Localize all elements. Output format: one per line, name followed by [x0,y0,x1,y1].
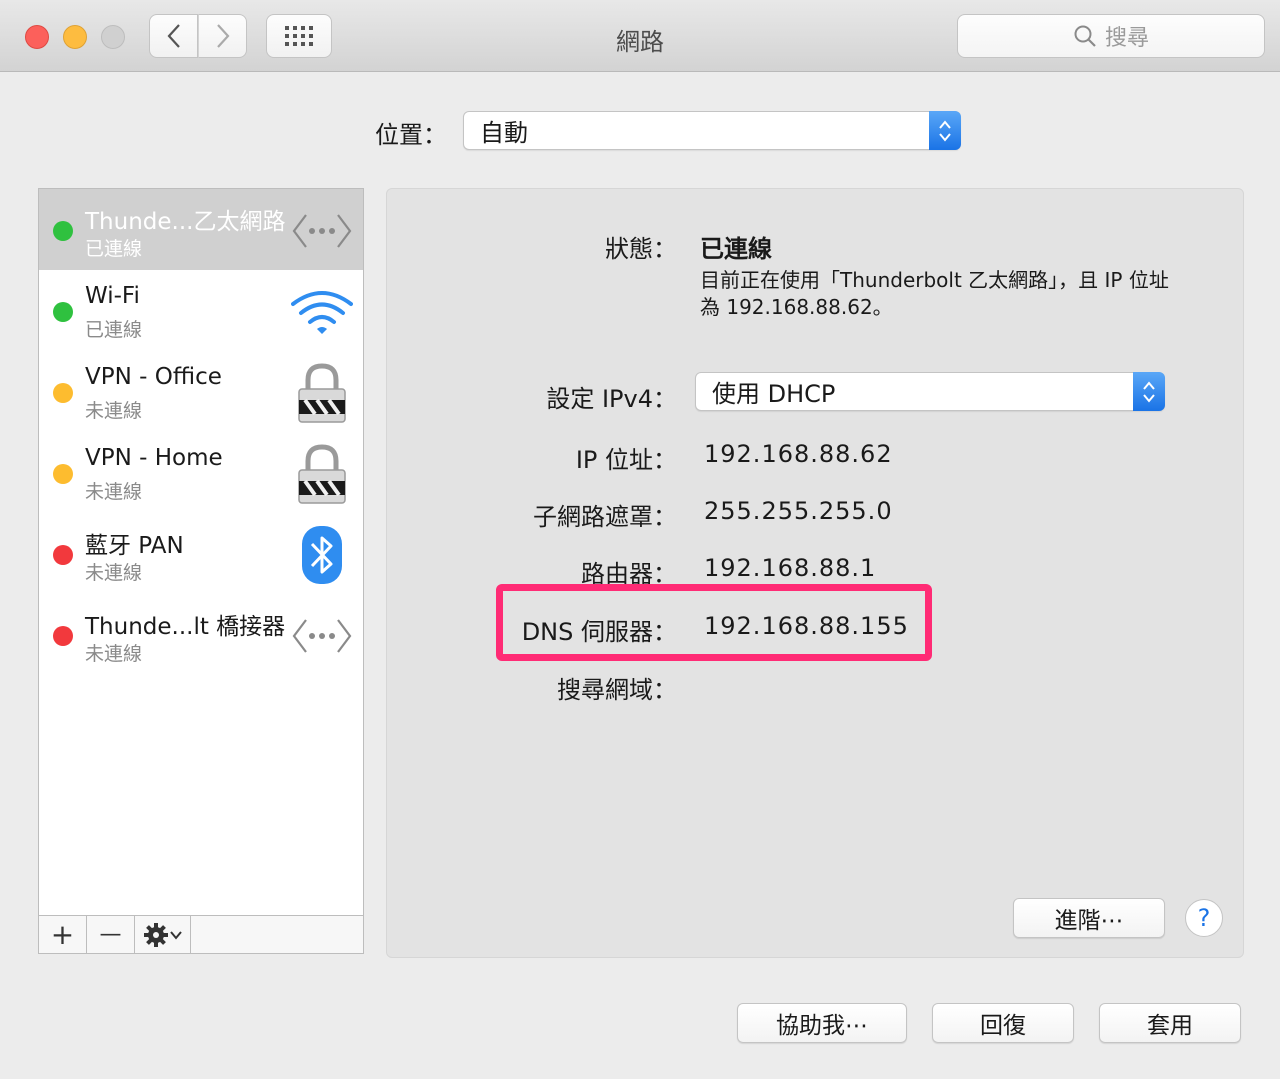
router-value: 192.168.88.1 [704,554,877,582]
vpn-lock-icon [291,363,353,423]
ipv4-config-value: 使用 DHCP [712,380,836,408]
service-item-bluetooth-pan[interactable]: 藍牙 PAN 未連線 [39,513,363,594]
status-description: 目前正在使用「Thunderbolt 乙太網路」，且 IP 位址為 192.16… [700,268,1169,319]
status-dot [53,383,73,403]
service-name: 藍牙 PAN [85,533,184,559]
title-bar: 網路 搜尋 [0,0,1280,72]
status-label: 狀態： [605,235,677,263]
service-status: 未連線 [85,562,143,584]
ip-address-value: 192.168.88.62 [704,440,893,468]
location-label: 位置： [375,121,447,149]
assist-me-button[interactable]: 協助我⋯ [737,1003,907,1043]
search-icon [1074,25,1096,47]
service-item-vpn-home[interactable]: VPN - Home 未連線 [39,432,363,513]
ipv4-config-label: 設定 IPv4： [546,385,677,413]
search-placeholder: 搜尋 [1104,26,1149,51]
apply-button[interactable]: 套用 [1099,1003,1241,1043]
subnet-mask-label: 子網路遮罩： [533,503,677,531]
ethernet-icon [291,608,353,664]
status-dot [53,464,73,484]
remove-service-button[interactable]: — [87,916,135,953]
service-list: Thunde...乙太網路 已連線 Wi-Fi 已連線 VPN - Office… [38,188,364,954]
service-name: VPN - Office [85,364,222,390]
status-dot [53,545,73,565]
revert-button[interactable]: 回復 [932,1003,1074,1043]
search-field[interactable]: 搜尋 [957,14,1265,58]
help-button[interactable]: ? [1185,899,1223,937]
service-item-thunderbolt-bridge[interactable]: Thunde...lt 橋接器 未連線 [39,594,363,675]
service-status: 未連線 [85,481,143,503]
service-name: Wi-Fi [85,283,140,309]
dns-server-value: 192.168.88.155 [704,612,909,640]
service-status: 未連線 [85,400,143,422]
dns-server-label: DNS 伺服器： [521,618,677,646]
status-dot [53,626,73,646]
service-status: 未連線 [85,643,143,665]
status-dot [53,221,73,241]
advanced-button[interactable]: 進階⋯ [1013,898,1165,938]
service-name: Thunde...lt 橋接器 [85,614,286,640]
ip-address-label: IP 位址： [575,446,677,474]
chevron-down-icon [169,930,182,940]
service-name: Thunde...乙太網路 [85,209,286,235]
service-name: VPN - Home [85,445,223,471]
action-menu-button[interactable] [135,916,191,953]
wifi-icon [291,284,353,340]
service-item-thunderbolt-ethernet[interactable]: Thunde...乙太網路 已連線 [39,189,363,270]
location-popup[interactable]: 自動 [463,111,961,150]
subnet-mask-value: 255.255.255.0 [704,497,893,525]
popup-arrows-icon [929,111,961,150]
search-domains-label: 搜尋網域： [557,676,677,704]
status-dot [53,302,73,322]
service-item-wifi[interactable]: Wi-Fi 已連線 [39,270,363,351]
ipv4-config-popup[interactable]: 使用 DHCP [695,372,1165,411]
ethernet-icon [291,203,353,259]
service-status: 已連線 [85,238,143,260]
service-list-footer: + — [39,915,363,953]
service-item-vpn-office[interactable]: VPN - Office 未連線 [39,351,363,432]
bluetooth-icon [291,526,353,584]
gear-icon [143,922,168,947]
status-value: 已連線 [700,235,772,263]
service-status: 已連線 [85,319,143,341]
location-value: 自動 [480,119,528,147]
popup-arrows-icon [1133,372,1165,411]
add-service-button[interactable]: + [39,916,87,953]
vpn-lock-icon [291,444,353,504]
detail-panel: 狀態： 已連線 目前正在使用「Thunderbolt 乙太網路」，且 IP 位址… [386,188,1244,958]
